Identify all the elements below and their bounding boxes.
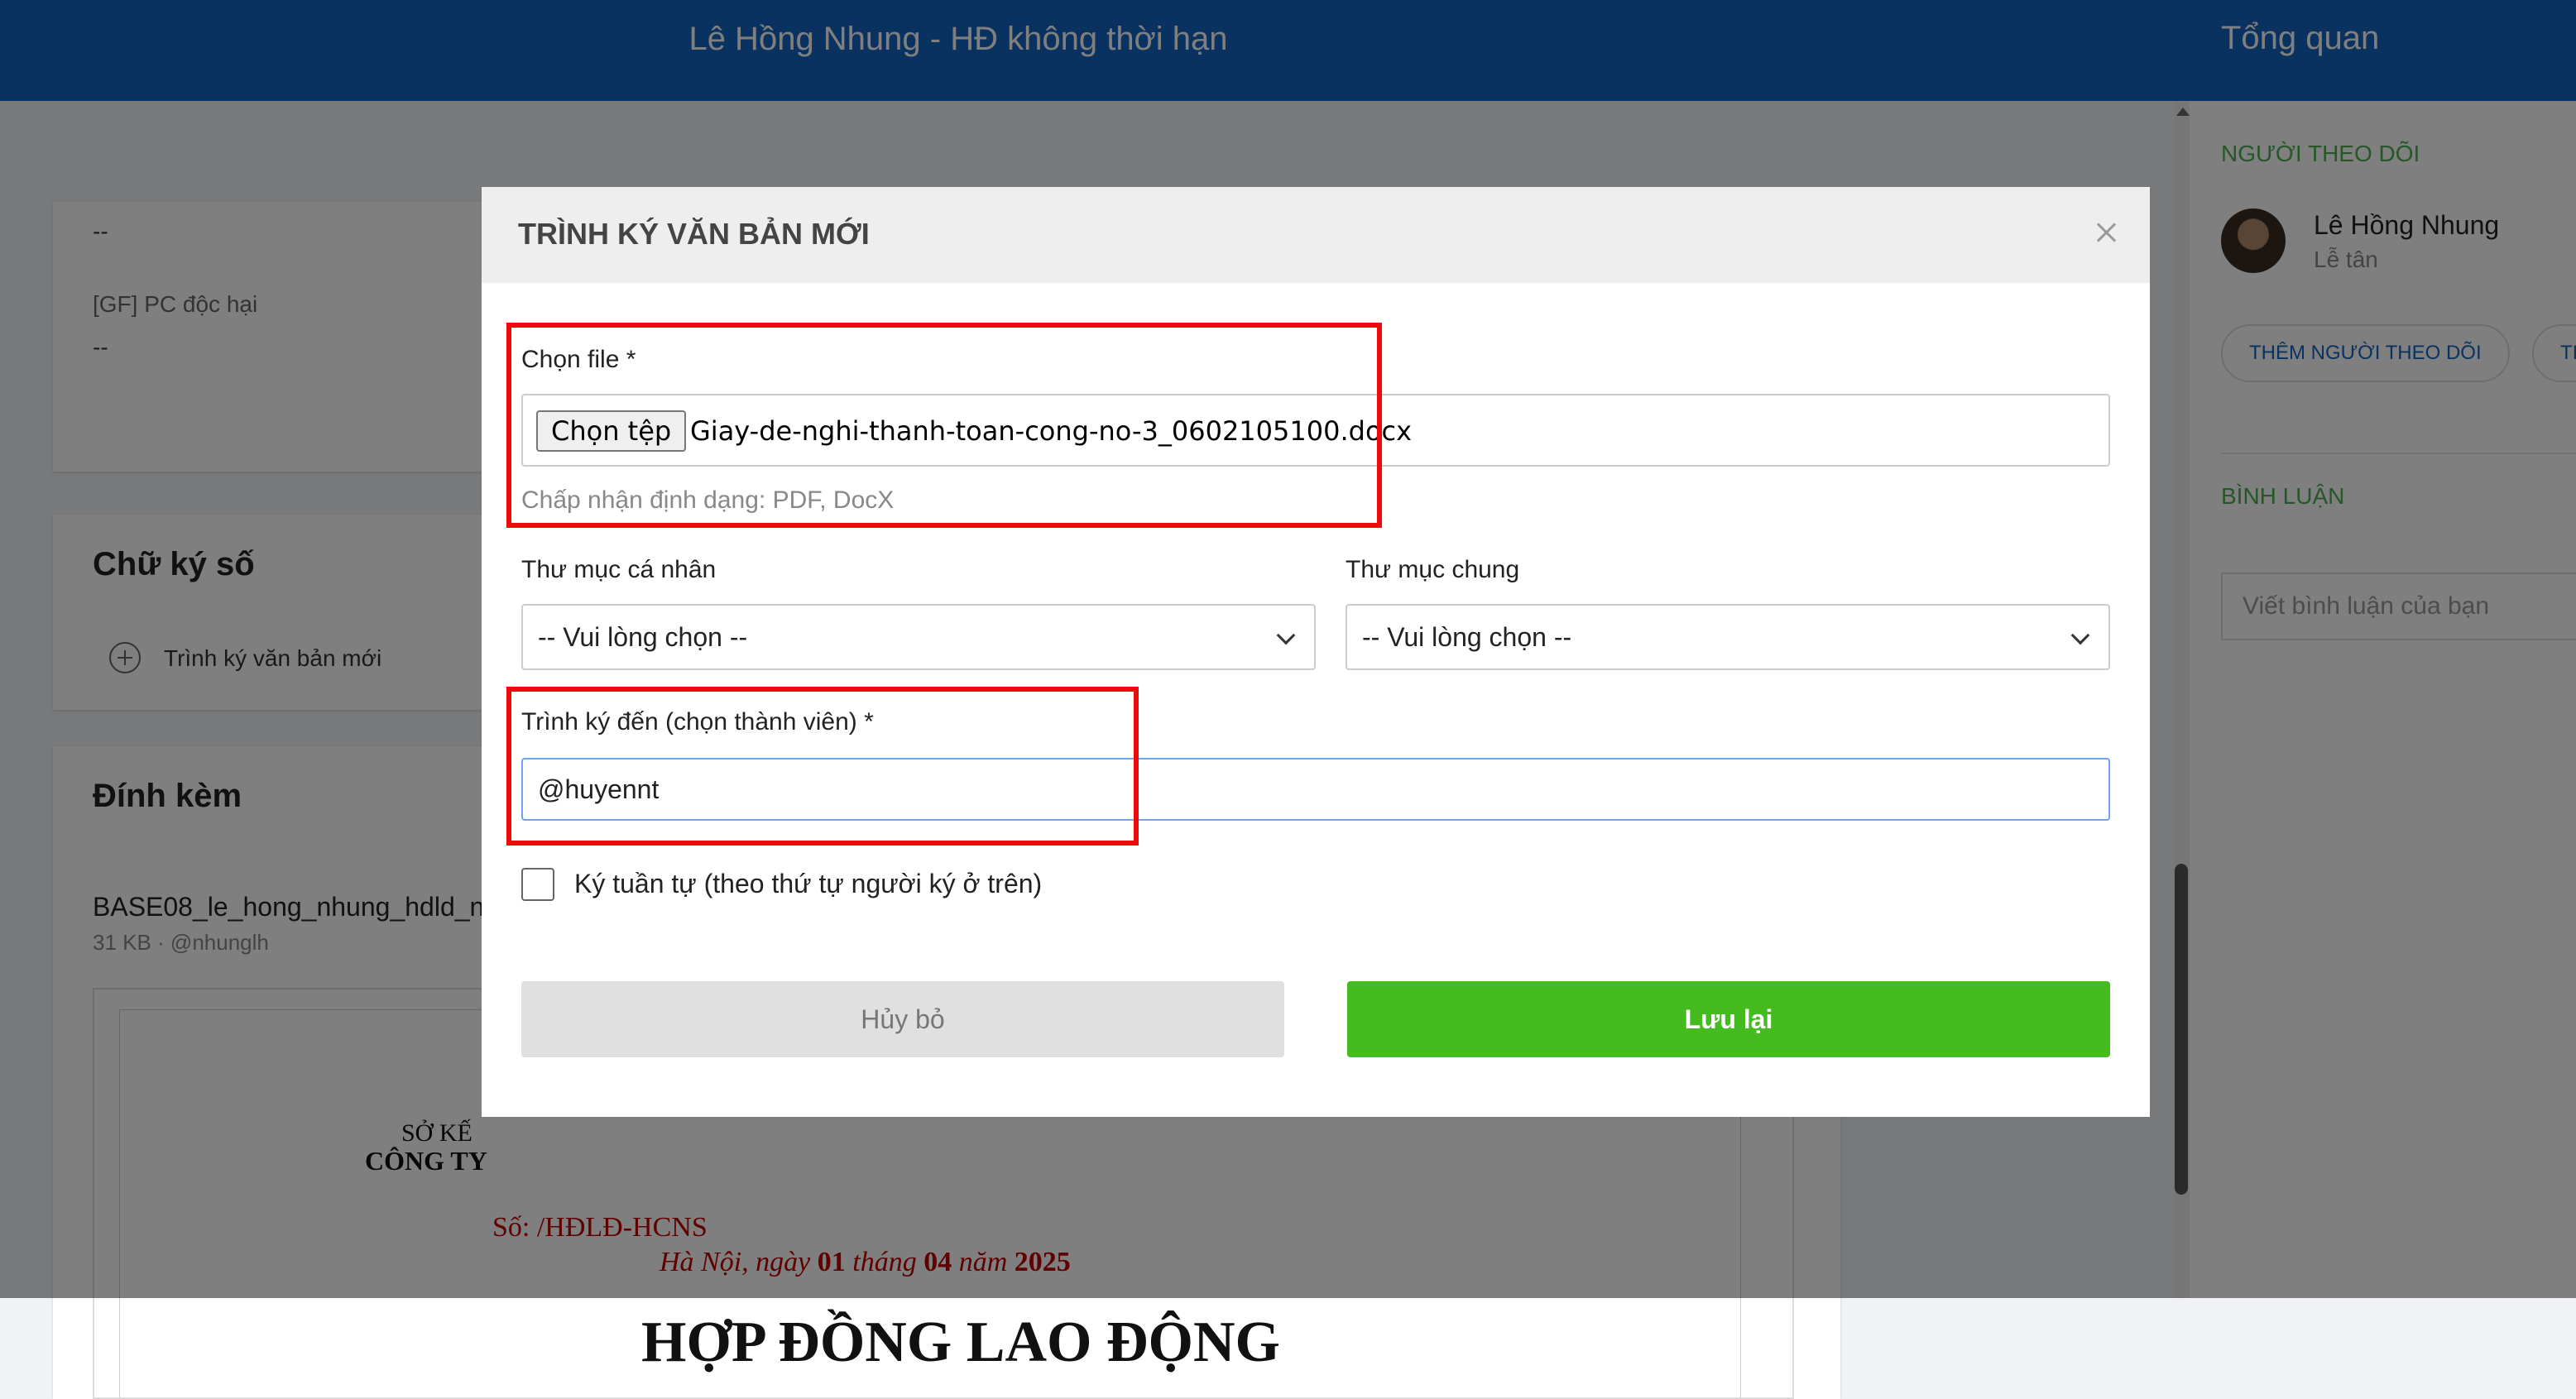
chevron-down-icon — [1276, 625, 1296, 645]
modal-header: TRÌNH KÝ VĂN BẢN MỚI — [482, 187, 2150, 283]
sequential-sign-checkbox[interactable] — [521, 868, 554, 901]
annotation-box-member — [506, 687, 1139, 846]
cancel-button[interactable]: Hủy bỏ — [521, 981, 1284, 1057]
chevron-down-icon — [2070, 625, 2090, 645]
personal-folder-select[interactable]: -- Vui lòng chọn -- — [521, 604, 1316, 670]
save-button[interactable]: Lưu lại — [1347, 981, 2110, 1057]
shared-folder-select[interactable]: -- Vui lòng chọn -- — [1346, 604, 2110, 670]
doc-heading: HỢP ĐỒNG LAO ĐỘNG — [641, 1310, 1280, 1374]
personal-folder-label: Thư mục cá nhân — [521, 556, 717, 583]
personal-folder-value: -- Vui lòng chọn -- — [538, 622, 748, 652]
modal-title: TRÌNH KÝ VĂN BẢN MỚI — [518, 217, 870, 251]
shared-folder-label: Thư mục chung — [1346, 556, 1520, 583]
shared-folder-value: -- Vui lòng chọn -- — [1362, 622, 1572, 652]
close-icon[interactable] — [2085, 212, 2127, 253]
sequential-sign-label[interactable]: Ký tuần tự (theo thứ tự người ký ở trên) — [574, 869, 1042, 899]
annotation-box-file — [506, 323, 1382, 528]
